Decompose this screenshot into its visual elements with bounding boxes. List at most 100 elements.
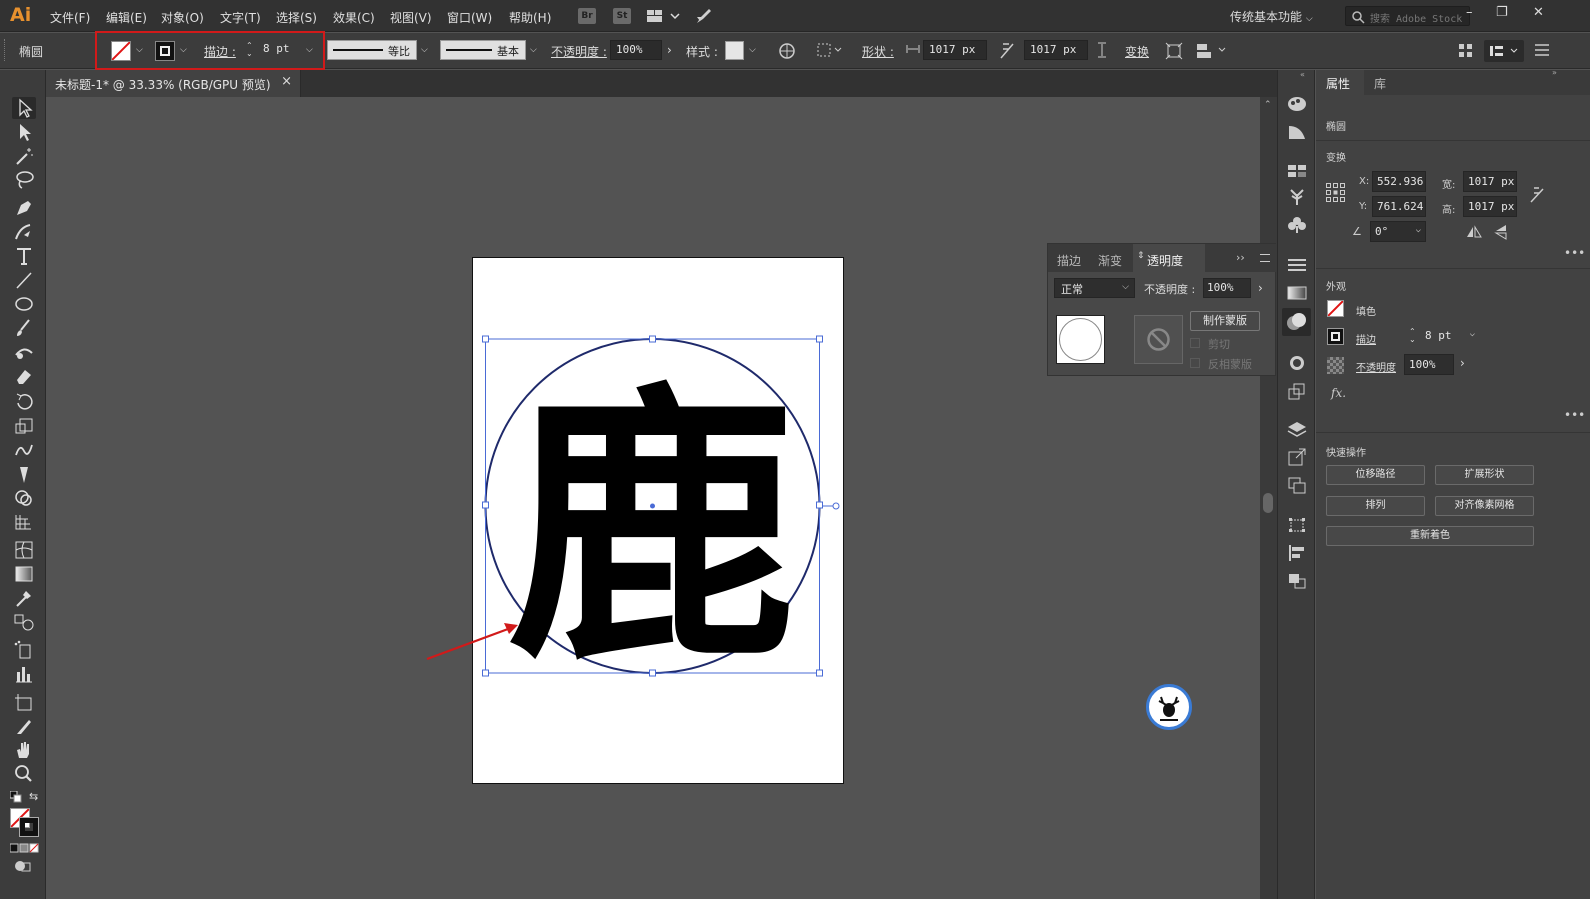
puppet-warp-tool-icon[interactable] [12,463,36,485]
curvature-tool-icon[interactable] [12,221,36,243]
selection-tool-icon[interactable] [12,97,36,119]
clip-checkbox[interactable] [1190,338,1200,348]
align-options-icon[interactable] [1195,42,1229,60]
profile-dropdown-icon[interactable]: ⌵ [421,45,428,55]
constrain-proportions-icon[interactable] [999,42,1015,60]
bridge-icon[interactable]: Br [578,8,596,24]
artboards-icon[interactable] [1287,476,1307,494]
scale-tool-icon[interactable] [12,415,36,437]
pen-tool-icon[interactable] [12,197,36,219]
invert-mask-checkbox[interactable] [1190,358,1200,368]
eyedropper-tool-icon[interactable] [12,587,36,609]
color-guide-icon[interactable] [1287,122,1307,140]
symbol-sprayer-tool-icon[interactable] [12,639,36,661]
eraser-tool-icon[interactable] [12,365,36,387]
recolor-button[interactable]: 重新着色 [1326,526,1534,546]
menu-list-icon[interactable] [1534,43,1550,57]
grip-handle[interactable] [4,39,6,61]
panel-collapse-icon[interactable]: ›› [1236,251,1245,264]
swatches-icon[interactable] [1287,162,1307,180]
tab-libraries[interactable]: 库 [1374,75,1386,92]
object-thumbnail[interactable] [1056,315,1105,364]
menu-file[interactable]: 文件(F) [50,9,90,26]
appearance-fill-swatch[interactable] [1327,300,1344,317]
scroll-up-icon[interactable]: ⌃ [1264,100,1272,110]
export-icon[interactable] [1287,448,1307,466]
y-field[interactable]: 761.624 [1372,196,1426,217]
appearance-stroke-swatch[interactable] [1327,328,1344,345]
appearance-opacity-field[interactable]: 100% [1404,354,1454,375]
line-segment-tool-icon[interactable] [12,269,36,291]
collapse-dock-icon[interactable]: « [1300,70,1305,79]
style-dropdown-icon[interactable]: ⌵ [749,45,756,55]
brush-definition[interactable]: 基本 [440,40,526,60]
gradient-panel-icon[interactable] [1287,284,1307,302]
color-panel-icon[interactable] [1287,94,1307,112]
opacity-label[interactable]: 不透明度 : [551,43,607,60]
warp-tool-icon[interactable] [12,439,36,461]
flip-vertical-icon[interactable] [1494,224,1508,240]
search-input[interactable]: 搜索 Adobe Stock [1345,6,1470,26]
stock-icon[interactable]: St [613,8,631,24]
symbols-icon[interactable] [1287,216,1307,234]
expand-dock-icon[interactable]: » [1552,68,1557,77]
color-mode-icons[interactable] [10,843,40,853]
drawing-mode-icon[interactable] [14,859,32,873]
layers-icon[interactable] [1287,420,1307,438]
tab-gradient[interactable]: 渐变 [1098,252,1122,269]
document-tab[interactable]: 未标题-1* @ 33.33% (RGB/GPU 预览) × [46,70,301,97]
link-proportions-icon[interactable] [1530,186,1544,204]
scroll-thumb[interactable] [1263,493,1273,513]
panel-options-icon[interactable] [1484,40,1524,62]
hand-tool-icon[interactable] [12,739,36,761]
menu-object[interactable]: 对象(O) [161,9,204,26]
stroke-color-swatch[interactable] [19,817,39,837]
appearance-opacity-expand-icon[interactable]: › [1460,356,1465,370]
flip-horizontal-icon[interactable] [1466,225,1482,239]
reference-point-icon[interactable] [1326,183,1346,203]
paintbrush-tool-icon[interactable] [12,317,36,339]
gradient-tool-icon[interactable] [12,563,36,585]
panel-opacity-expand-icon[interactable]: › [1258,281,1263,295]
opacity-expand-icon[interactable]: › [667,43,672,57]
zoom-tool-icon[interactable] [12,763,36,785]
make-mask-button[interactable]: 制作蒙版 [1190,311,1260,331]
menu-edit[interactable]: 编辑(E) [106,9,147,26]
grid-view-icon[interactable] [1458,43,1474,59]
tab-stroke[interactable]: 描边 [1057,252,1081,269]
brush-dropdown-icon[interactable]: ⌵ [530,45,537,55]
appearance-stroke-stepper-icon[interactable]: ⌃ ⌄ [1409,328,1416,344]
appearance-stroke-label[interactable]: 描边 [1356,331,1376,346]
graphic-styles-icon[interactable] [1287,382,1307,400]
menu-help[interactable]: 帮助(H) [509,9,551,26]
x-field[interactable]: 552.936 [1372,171,1426,192]
transform-panel-icon[interactable] [1287,516,1307,534]
brushes-icon[interactable] [1287,188,1307,206]
restore-button[interactable]: ❐ [1496,5,1508,20]
menu-select[interactable]: 选择(S) [276,9,317,26]
arrange-documents-icon[interactable] [647,9,681,23]
tab-properties[interactable]: 属性 [1316,70,1364,95]
close-window-button[interactable]: ✕ [1533,5,1544,20]
angle-field[interactable]: 0° ⌵ [1370,221,1426,242]
swap-colors-icon[interactable]: ⇆ [29,790,38,803]
transform-more-icon[interactable]: ••• [1564,246,1585,260]
opacity-field[interactable]: 100% [610,40,662,60]
fx-icon[interactable]: fx. [1331,386,1346,400]
ellipse-tool-icon[interactable] [12,293,36,315]
default-colors-icon[interactable] [10,791,22,803]
appearance-opacity-label[interactable]: 不透明度 [1356,359,1396,374]
appearance-icon[interactable] [1287,354,1307,372]
minimize-button[interactable]: – [1466,5,1473,20]
blend-mode-select[interactable]: 正常 ⌵ [1054,278,1135,298]
tab-transparency[interactable]: ⇕ 透明度 [1133,244,1205,272]
isolate-object-icon[interactable] [1165,42,1183,60]
panel-opacity-field[interactable]: 100% [1203,278,1251,298]
type-tool-icon[interactable] [12,245,36,267]
expand-shape-button[interactable]: 扩展形状 [1435,465,1534,485]
direct-selection-tool-icon[interactable] [12,121,36,143]
align-panel-icon[interactable] [1287,544,1307,562]
stroke-panel-icon[interactable] [1287,256,1307,274]
select-similar-icon[interactable] [817,42,843,58]
perspective-grid-tool-icon[interactable] [12,511,36,533]
